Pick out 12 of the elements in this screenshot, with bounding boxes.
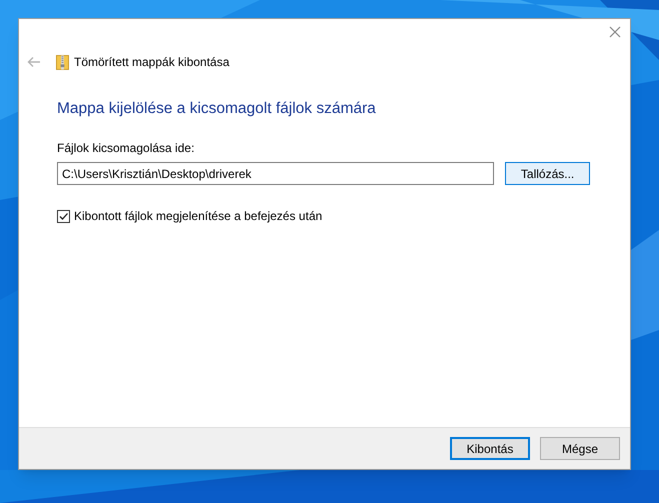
dialog-button[interactable]: Mégse: [540, 437, 620, 460]
destination-label: Fájlok kicsomagolása ide:: [57, 140, 196, 158]
destination-field[interactable]: C:\Users\Krisztián\Desktop\driverek: [57, 162, 494, 186]
browse-button[interactable]: Tallózás...: [505, 162, 590, 186]
window-title: Tömörített mappák kibontása: [74, 54, 230, 71]
dialog-button[interactable]: Kibontás: [450, 437, 530, 460]
zip-folder-icon: [56, 54, 69, 70]
checkbox[interactable]: [57, 210, 70, 223]
checkbox-label: Kibontott fájlok megjelenítése a befejezés után: [74, 208, 322, 226]
close-icon[interactable]: [608, 25, 622, 39]
back-arrow-icon[interactable]: [27, 56, 41, 68]
dialog-heading: Mappa kijelölése a kicsomagolt fájlok számára: [57, 99, 377, 119]
